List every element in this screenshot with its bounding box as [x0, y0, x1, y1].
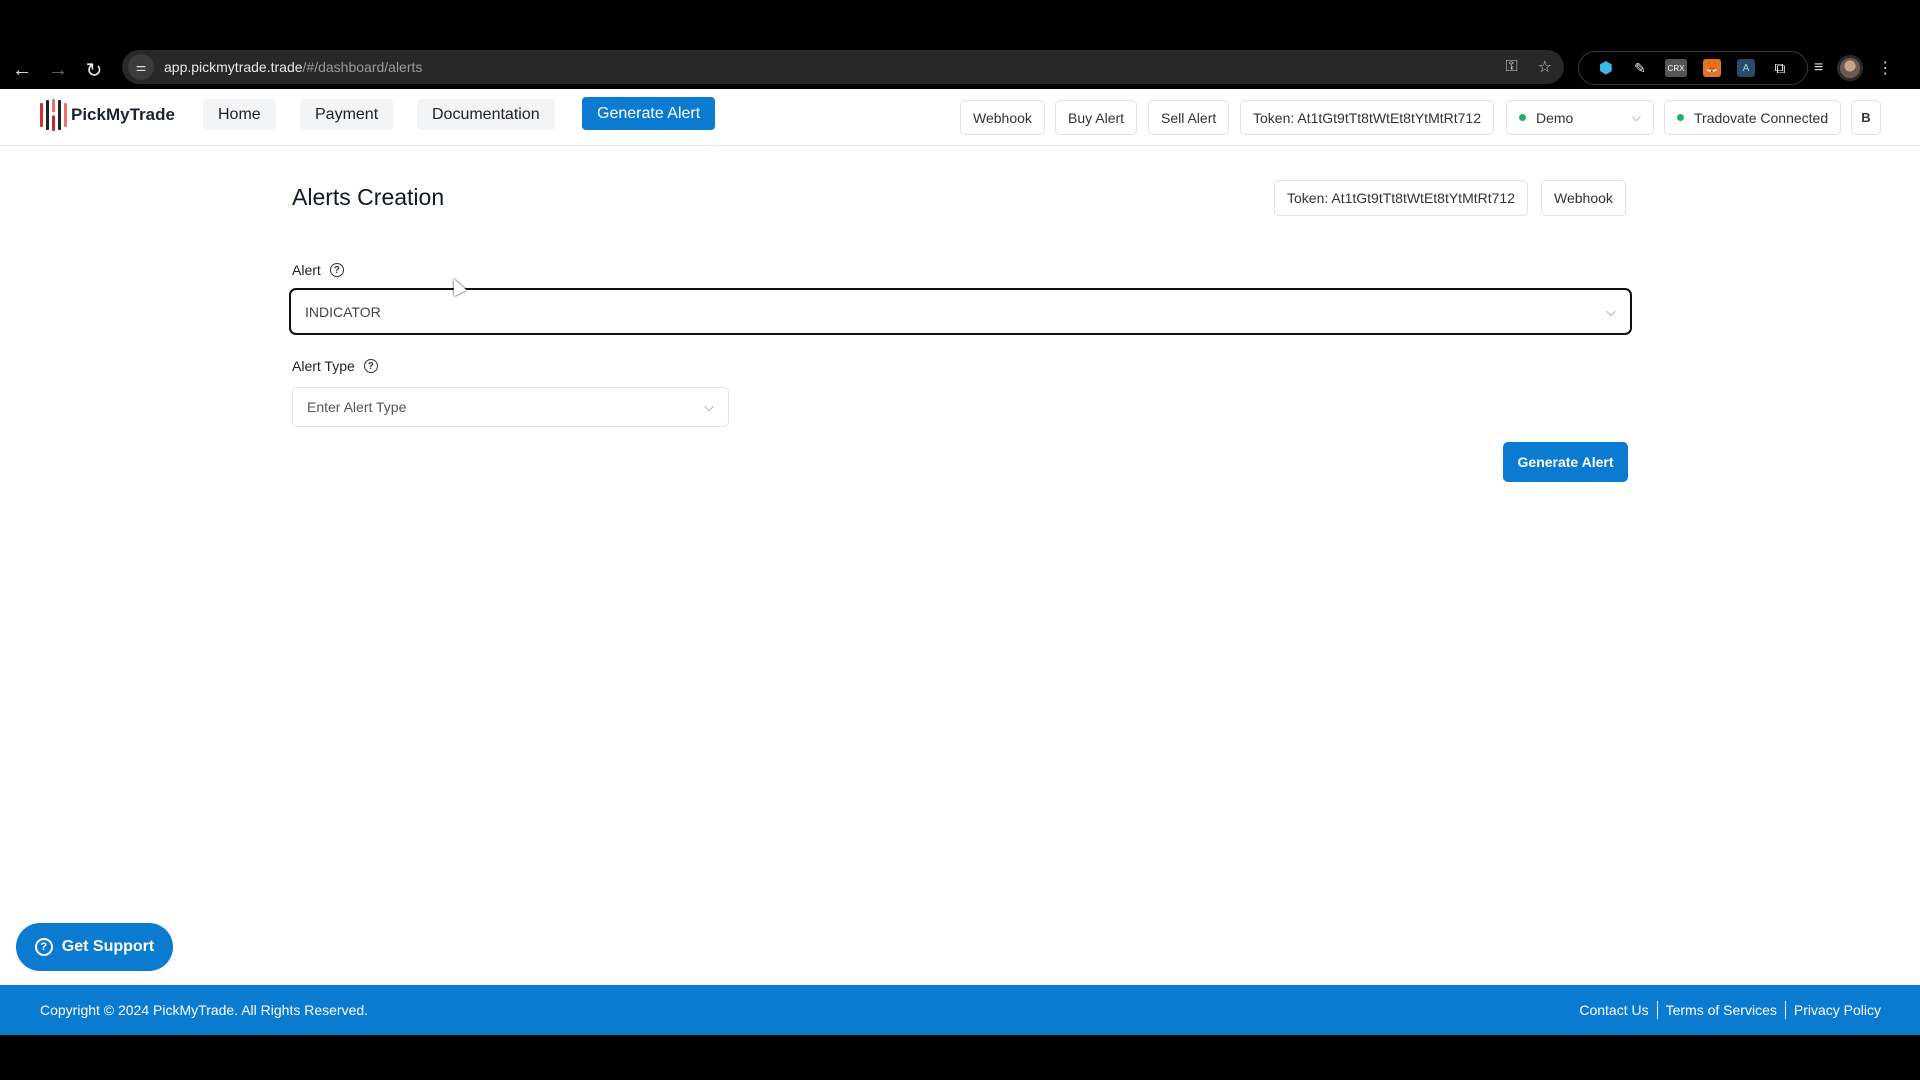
- nav-generate-alert[interactable]: Generate Alert: [582, 97, 716, 130]
- footer: Copyright © 2024 PickMyTrade. All Rights…: [0, 985, 1920, 1035]
- extensions-puzzle-icon[interactable]: ⧉: [1771, 59, 1789, 77]
- chevron-down-icon: ⌵: [704, 399, 714, 414]
- chevron-down-icon: ⌵: [1606, 303, 1616, 319]
- alert-select-value: INDICATOR: [305, 303, 381, 320]
- sell-alert-button[interactable]: Sell Alert: [1148, 100, 1230, 135]
- profile-avatar[interactable]: [1837, 55, 1864, 81]
- site-info-icon[interactable]: ⚌: [128, 54, 154, 80]
- alert-label-text: Alert: [292, 262, 321, 278]
- reload-icon[interactable]: ↻: [80, 56, 108, 84]
- status-dot-icon: [1677, 114, 1684, 121]
- window-top-bar: [0, 0, 1920, 48]
- alerts-content: Alerts Creation Token: At1tGt9tTt8tWtEt8…: [0, 146, 1920, 985]
- menu-kebab-icon[interactable]: ⋮: [1877, 58, 1893, 78]
- alert-select[interactable]: INDICATOR ⌵: [289, 288, 1632, 335]
- get-support-button[interactable]: ? Get Support: [16, 923, 173, 971]
- alert-type-field-label: Alert Type ?: [292, 358, 378, 374]
- divider: [1656, 1001, 1658, 1019]
- brand-logo[interactable]: PickMyTrade: [40, 99, 175, 131]
- user-menu-button[interactable]: B: [1851, 100, 1881, 135]
- connection-status-text: Tradovate Connected: [1694, 109, 1829, 126]
- brand-name: PickMyTrade: [71, 105, 175, 124]
- help-circle-icon: ?: [34, 938, 53, 956]
- extension-broom-icon[interactable]: ✎: [1631, 59, 1649, 77]
- extension-crx-icon[interactable]: CRX: [1665, 59, 1687, 77]
- get-support-label: Get Support: [61, 938, 155, 955]
- buy-alert-button[interactable]: Buy Alert: [1055, 100, 1138, 135]
- browser-toolbar: ← → ↻ ⚌ app.pickmytrade.trade/#/dashboar…: [0, 48, 1920, 89]
- terms-link[interactable]: Terms of Services: [1666, 1002, 1777, 1018]
- token-copy-button[interactable]: Token: At1tGt9tTt8tWtEt8tYtMtRt712: [1274, 180, 1528, 216]
- contact-us-link[interactable]: Contact Us: [1579, 1002, 1648, 1018]
- alert-type-select[interactable]: Enter Alert Type ⌵: [292, 387, 729, 427]
- alert-type-placeholder: Enter Alert Type: [307, 399, 407, 415]
- token-button[interactable]: Token: At1tGt9tTt8tWtEt8tYtMtRt712: [1240, 100, 1494, 135]
- alert-type-label-text: Alert Type: [292, 358, 355, 374]
- extensions-bar: ⬢ ✎ CRX 🦊 A ⧉: [1578, 51, 1808, 85]
- page-title: Alerts Creation: [292, 184, 445, 210]
- url-path: /#/dashboard/alerts: [302, 59, 423, 75]
- url-host: app.pickmytrade.trade: [164, 59, 303, 75]
- media-queue-icon[interactable]: ≡: [1814, 59, 1823, 77]
- app-page: PickMyTrade Home Payment Documentation G…: [0, 89, 1920, 985]
- url-text[interactable]: app.pickmytrade.trade/#/dashboard/alerts: [164, 59, 422, 75]
- help-icon[interactable]: ?: [363, 359, 378, 373]
- divider: [1784, 1001, 1786, 1019]
- top-navbar: PickMyTrade Home Payment Documentation G…: [0, 89, 1920, 146]
- logo-mark-icon: [40, 99, 67, 131]
- nav-documentation[interactable]: Documentation: [417, 99, 555, 130]
- generate-alert-button[interactable]: Generate Alert: [1503, 442, 1628, 482]
- alert-field-label: Alert ?: [292, 262, 344, 278]
- footer-links: Contact Us Terms of Services Privacy Pol…: [1579, 985, 1881, 1035]
- extension-a-icon[interactable]: A: [1737, 59, 1755, 77]
- copyright-text: Copyright © 2024 PickMyTrade. All Rights…: [40, 1002, 369, 1018]
- back-icon[interactable]: ←: [8, 56, 36, 84]
- privacy-policy-link[interactable]: Privacy Policy: [1794, 1002, 1881, 1018]
- help-icon[interactable]: ?: [329, 263, 344, 277]
- nav-payment[interactable]: Payment: [300, 99, 394, 130]
- forward-icon[interactable]: →: [44, 56, 72, 84]
- webhook-button[interactable]: Webhook: [960, 100, 1045, 135]
- extension-web-icon[interactable]: ⬢: [1597, 59, 1615, 77]
- password-key-icon[interactable]: ⚿: [1505, 58, 1517, 76]
- address-bar[interactable]: ⚌ app.pickmytrade.trade/#/dashboard/aler…: [122, 50, 1564, 84]
- chevron-down-icon: ⌵: [1631, 110, 1641, 124]
- extension-metamask-icon[interactable]: 🦊: [1703, 59, 1721, 77]
- status-dot-icon: [1519, 114, 1526, 121]
- window-bottom-bar: [0, 1035, 1920, 1080]
- webhook-copy-button[interactable]: Webhook: [1541, 180, 1626, 216]
- account-select-value: Demo: [1536, 109, 1574, 126]
- account-select[interactable]: Demo ⌵: [1506, 100, 1654, 135]
- connection-status: Tradovate Connected: [1664, 100, 1842, 135]
- nav-home[interactable]: Home: [203, 99, 276, 130]
- bookmark-star-icon[interactable]: ☆: [1538, 57, 1552, 77]
